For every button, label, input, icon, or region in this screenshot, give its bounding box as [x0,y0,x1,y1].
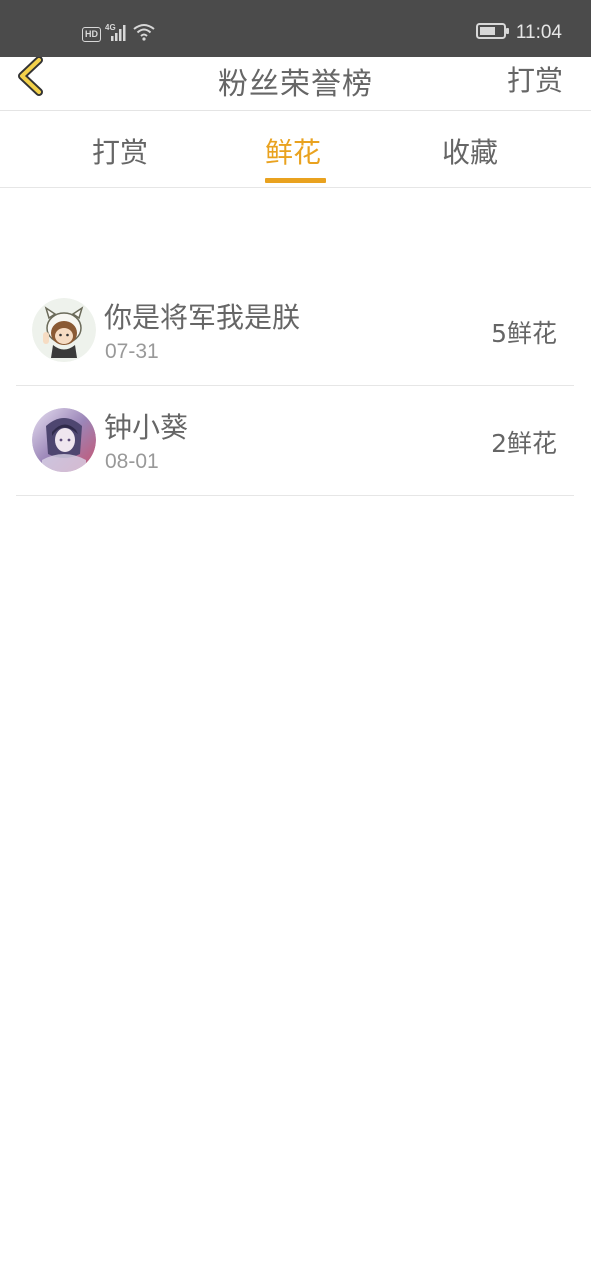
tab-tip[interactable]: 打赏 [92,131,148,171]
fan-ranking-list: 你是将军我是朕 07-31 5鲜花 钟小葵 08-01 2鲜花 [16,276,574,496]
tip-action-link[interactable]: 打赏 [507,59,563,99]
fan-name: 你是将军我是朕 [104,301,301,334]
fan-date: 07-31 [105,340,159,363]
list-item[interactable]: 钟小葵 08-01 2鲜花 [16,386,574,496]
flower-count: 5鲜花 [491,319,557,348]
hd-icon: HD [82,26,101,42]
status-time: 11:04 [515,22,562,43]
wifi-icon [133,23,155,45]
list-item[interactable]: 你是将军我是朕 07-31 5鲜花 [16,276,574,386]
fan-name: 钟小葵 [104,411,189,444]
status-bar: HD 4G 11:04 [0,0,591,57]
avatar[interactable] [32,298,96,362]
flower-count: 2鲜花 [491,429,557,458]
avatar[interactable] [32,408,96,472]
status-left: HD 4G [82,22,155,46]
page-title: 粉丝荣誉榜 [218,67,373,102]
status-right: 11:04 [475,22,562,44]
tab-flowers[interactable]: 鲜花 [265,131,321,171]
app-bar: 粉丝荣誉榜 打赏 [0,56,591,111]
active-tab-indicator [265,178,326,183]
tab-bar: 打赏 鲜花 收藏 [0,111,591,188]
tab-favorites[interactable]: 收藏 [442,131,498,171]
network-type-label: 4G [105,23,116,32]
fan-date: 08-01 [105,450,159,473]
battery-icon [475,22,510,44]
cellular-signal-icon: 4G [105,22,129,46]
